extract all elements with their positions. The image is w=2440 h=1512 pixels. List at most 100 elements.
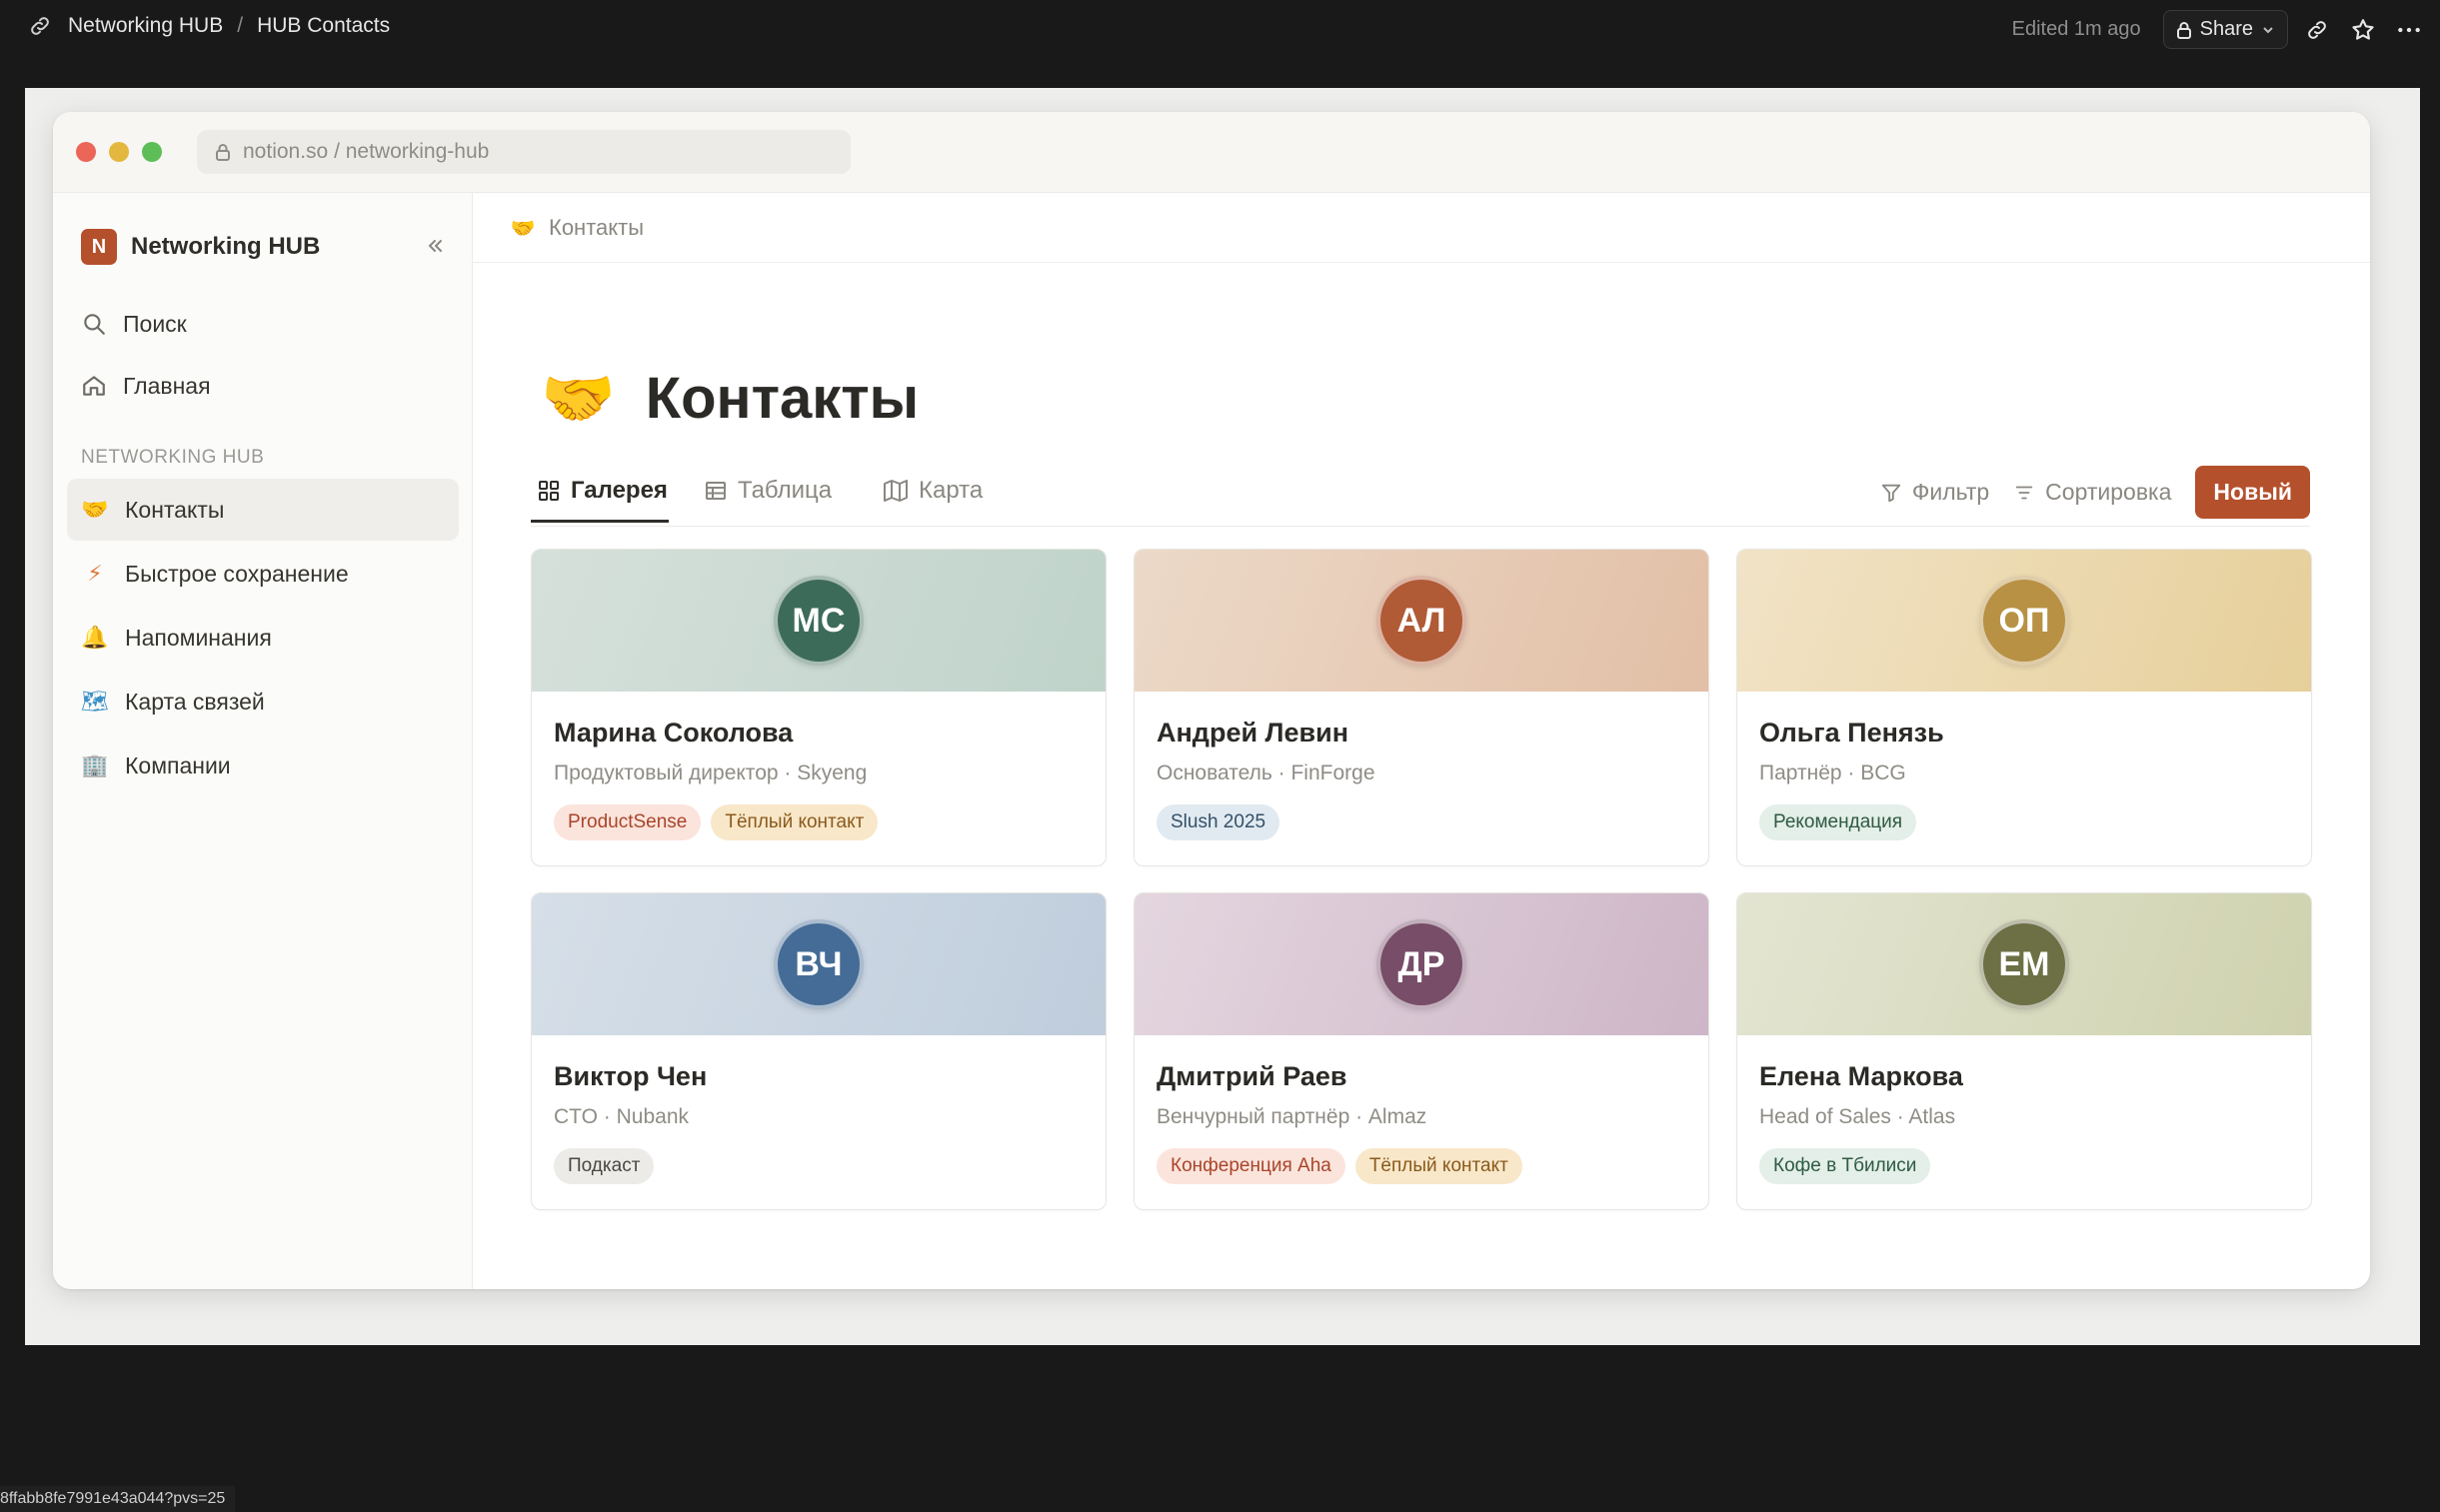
sidebar-item-label: Напоминания: [125, 624, 272, 651]
avatar: ДР: [1376, 919, 1466, 1009]
contact-role: Head of Sales · Atlas: [1759, 1105, 1956, 1128]
address-text: notion.so / networking-hub: [243, 140, 490, 163]
sidebar-item-label: Карта связей: [125, 688, 265, 715]
avatar: ОП: [1979, 576, 2069, 666]
link-icon: [26, 12, 54, 40]
contact-name: Елена Маркова: [1759, 1061, 1963, 1091]
card-cover: АЛ: [1135, 550, 1708, 692]
tab-label: Таблица: [738, 477, 833, 504]
sort-label: Сортировка: [2045, 479, 2172, 505]
map-icon: 🗺: [81, 689, 109, 715]
sidebar-item-label: Компании: [125, 752, 231, 778]
contact-card[interactable]: ДР Дмитрий Раев Венчурный партнёр · Almaz К…: [1134, 892, 1709, 1210]
copy-link-icon[interactable]: [2300, 13, 2334, 47]
page-header: 🤝 Контакты: [541, 363, 919, 434]
handshake-icon: 🤝: [510, 215, 536, 240]
workspace-switcher[interactable]: N Networking HUB: [81, 229, 320, 265]
card-cover: ВЧ: [532, 893, 1106, 1035]
app-topbar: Networking HUB / HUB Contacts Edited 1m …: [0, 0, 2440, 56]
close-window-button[interactable]: [76, 142, 96, 162]
view-actions: Фильтр Сортировка Новый: [1880, 466, 2310, 519]
gallery-grid: МС Марина Соколова Продуктовый директор · …: [531, 549, 2312, 1210]
sidebar-item-label: Быстрое сохранение: [125, 560, 349, 587]
contact-name: Андрей Левин: [1157, 718, 1349, 748]
sidebar-item-quick-save[interactable]: ⚡ Быстрое сохранение: [67, 543, 459, 605]
star-icon[interactable]: [2346, 13, 2380, 47]
sidebar-pages: 🤝 Контакты ⚡ Быстрое сохранение 🔔 Напоми…: [67, 479, 459, 798]
sort-button[interactable]: Сортировка: [2013, 479, 2171, 506]
card-cover: ДР: [1135, 893, 1708, 1035]
lock-icon: [2176, 21, 2191, 39]
tag: Тёплый контакт: [711, 804, 879, 840]
chevron-down-icon: [2263, 26, 2273, 33]
tab-label: Галерея: [571, 477, 668, 504]
tag: Slush 2025: [1157, 804, 1280, 840]
contact-card[interactable]: АЛ Андрей Левин Основатель · FinForge Slush…: [1134, 549, 1709, 866]
filter-button[interactable]: Фильтр: [1880, 479, 1989, 506]
breadcrumb-page[interactable]: HUB Contacts: [257, 14, 390, 38]
avatar: ЕМ: [1979, 919, 2069, 1009]
sidebar-item-companies[interactable]: 🏢 Компании: [67, 735, 459, 796]
sidebar-item-contacts[interactable]: 🤝 Контакты: [67, 479, 459, 541]
browser-chrome: notion.so / networking-hub: [53, 112, 2370, 193]
home-icon: [83, 376, 105, 396]
tab-gallery[interactable]: Галерея: [531, 477, 669, 523]
contact-card[interactable]: ЕМ Елена Маркова Head of Sales · Atlas Кофе…: [1736, 892, 2312, 1210]
search-icon: [84, 314, 105, 335]
contact-card[interactable]: МС Марина Соколова Продуктовый директор · …: [531, 549, 1107, 866]
table-icon: [706, 482, 726, 500]
tag: ProductSense: [554, 804, 702, 840]
tab-label: Карта: [919, 477, 984, 504]
sort-icon: [2015, 486, 2033, 499]
tag: Тёплый контакт: [1354, 1148, 1522, 1184]
more-icon[interactable]: [2392, 13, 2426, 47]
main-content: 🤝 Контакты 🤝 Контакты Галерея Таблица Ка…: [473, 193, 2370, 1289]
workspace-name: Networking HUB: [131, 233, 321, 260]
minimize-window-button[interactable]: [109, 142, 129, 162]
page-breadcrumb-label[interactable]: Контакты: [549, 215, 644, 241]
sidebar-item-connection-map[interactable]: 🗺 Карта связей: [67, 671, 459, 733]
topbar-actions: Edited 1m ago Share: [2012, 10, 2426, 49]
edited-status: Edited 1m ago: [2011, 18, 2141, 40]
maximize-window-button[interactable]: [142, 142, 162, 162]
browser-window: notion.so / networking-hub N Networking …: [53, 112, 2370, 1289]
sidebar-item-reminders[interactable]: 🔔 Напоминания: [67, 607, 459, 669]
tag: Конференция Aha: [1157, 1148, 1345, 1184]
card-cover: ОП: [1737, 550, 2311, 692]
bell-icon: 🔔: [81, 625, 109, 651]
sidebar-item-search[interactable]: Поиск: [67, 293, 459, 355]
tag-list: Slush 2025: [1157, 804, 1280, 840]
tag-list: ProductSense Тёплый контакт: [554, 804, 879, 840]
contact-name: Дмитрий Раев: [1157, 1061, 1347, 1091]
status-url: 8ffabb8fe7991e43a044?pvs=25: [0, 1486, 236, 1512]
sidebar-section-label: NETWORKING HUB: [81, 447, 265, 468]
share-button[interactable]: Share: [2162, 10, 2288, 49]
filter-icon: [1881, 484, 1901, 502]
page-icon[interactable]: 🤝: [541, 363, 616, 434]
contact-role: Основатель · FinForge: [1157, 761, 1375, 784]
collapse-sidebar-icon[interactable]: [418, 229, 452, 263]
sidebar: N Networking HUB Поиск Главная NETWORKIN…: [53, 193, 473, 1289]
contact-role: CTO · Nubank: [554, 1105, 689, 1128]
lightning-icon: ⚡: [87, 561, 103, 587]
avatar: АЛ: [1376, 576, 1466, 666]
tab-table[interactable]: Таблица: [704, 477, 832, 505]
card-cover: МС: [532, 550, 1106, 692]
breadcrumb-separator: /: [237, 14, 244, 37]
tag: Рекомендация: [1759, 804, 1917, 840]
tab-map[interactable]: Карта: [883, 477, 983, 505]
new-button[interactable]: Новый: [2195, 466, 2310, 519]
sidebar-item-label: Главная: [123, 372, 211, 399]
address-bar[interactable]: notion.so / networking-hub: [197, 130, 851, 174]
tag-list: Рекомендация: [1759, 804, 1917, 840]
breadcrumb-workspace[interactable]: Networking HUB: [68, 14, 223, 38]
contact-card[interactable]: ОП Ольга Пенязь Партнёр · BCG Рекомендация: [1736, 549, 2312, 866]
contact-card[interactable]: ВЧ Виктор Чен CTO · Nubank Подкаст: [531, 892, 1107, 1210]
contact-name: Виктор Чен: [554, 1061, 708, 1091]
lock-icon: [216, 144, 230, 161]
share-label: Share: [2199, 18, 2253, 40]
sidebar-item-home[interactable]: Главная: [67, 355, 459, 417]
view-tabs: Галерея Таблица Карта Фильтр Сортировка …: [531, 466, 2310, 527]
breadcrumb: Networking HUB / HUB Contacts: [26, 12, 390, 40]
tag: Кофе в Тбилиси: [1759, 1148, 1931, 1184]
